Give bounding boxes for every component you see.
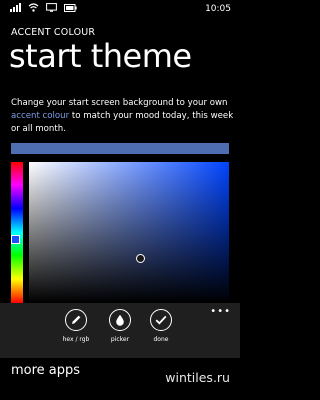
status-bar: 10:05: [0, 0, 240, 20]
description-text: Change your start screen background to y…: [11, 98, 228, 108]
hue-slider[interactable]: [11, 162, 23, 303]
pencil-icon: [65, 309, 87, 331]
hex-rgb-button[interactable]: hex / rgb: [54, 309, 98, 343]
more-apps-link[interactable]: more apps: [11, 363, 80, 378]
app-bar: hex / rgb picker done •••: [0, 303, 240, 358]
selected-color-swatch: [11, 143, 229, 154]
color-picker-cursor[interactable]: [136, 254, 145, 263]
wifi-icon: [28, 3, 39, 12]
watermark: wintiles.ru: [165, 370, 230, 385]
droplet-icon: [109, 309, 131, 331]
picker-button[interactable]: picker: [98, 309, 142, 343]
hue-slider-handle[interactable]: [11, 235, 20, 244]
hex-rgb-label: hex / rgb: [62, 336, 90, 343]
picker-label: picker: [110, 336, 130, 343]
screen-projection-icon: [46, 3, 57, 12]
done-button[interactable]: done: [139, 309, 183, 343]
done-label: done: [153, 336, 169, 343]
saturation-brightness-picker[interactable]: [29, 162, 229, 303]
clock: 10:05: [205, 4, 231, 14]
accent-colour-link[interactable]: accent colour: [11, 111, 69, 121]
battery-icon: [64, 3, 77, 12]
description: Change your start screen background to y…: [11, 97, 235, 136]
status-icons: [10, 3, 77, 12]
more-options-button[interactable]: •••: [210, 307, 231, 317]
checkmark-icon: [150, 309, 172, 331]
signal-icon: [10, 3, 21, 12]
page-title: start theme: [9, 37, 192, 75]
